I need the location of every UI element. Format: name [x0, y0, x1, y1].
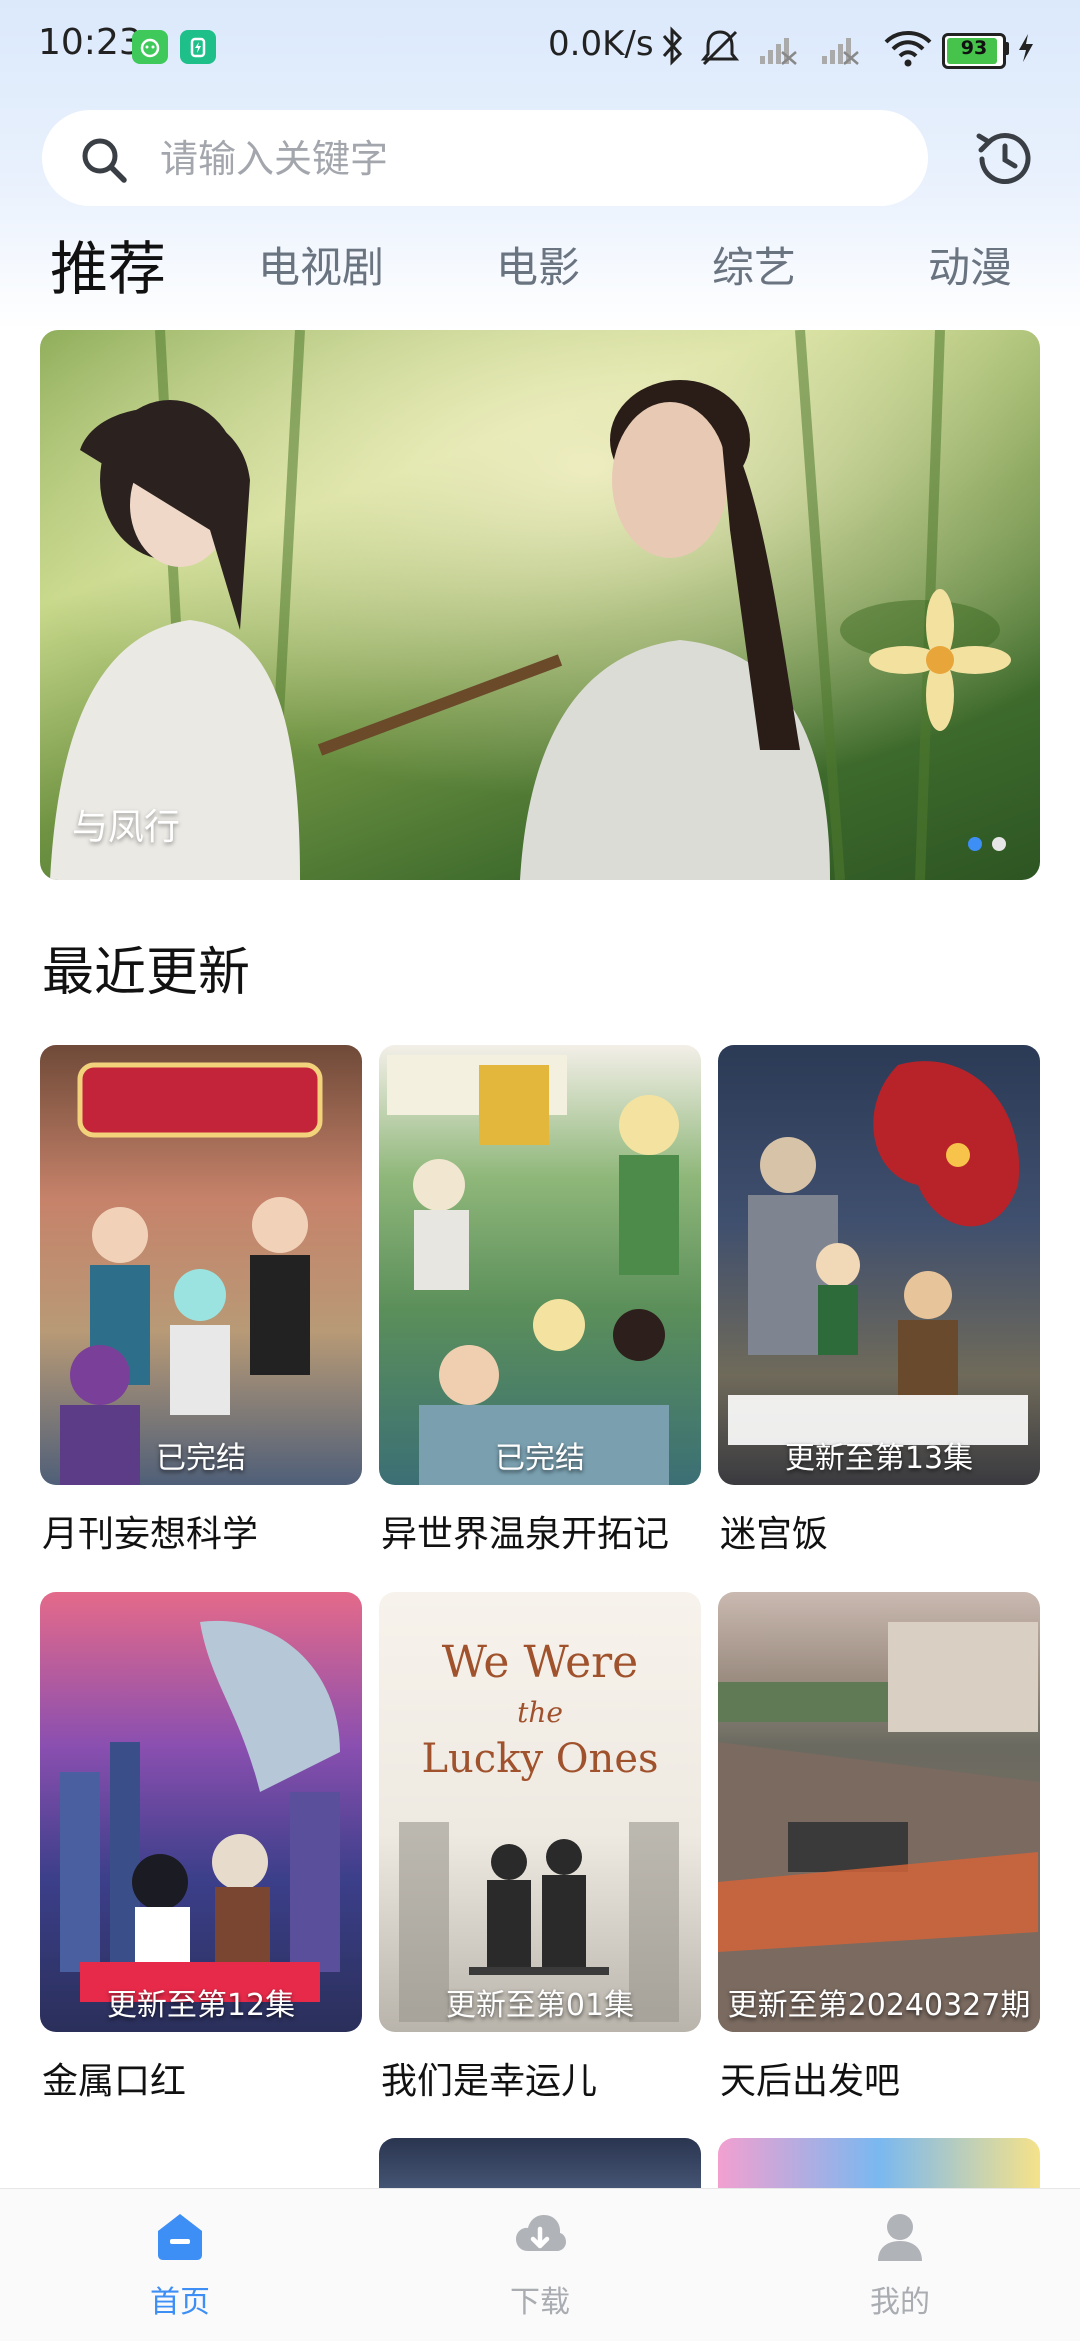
poster-image: 更新至第12集	[40, 1592, 362, 2032]
wifi-icon	[884, 31, 932, 67]
nav-download-label: 下载	[510, 2285, 570, 2320]
svg-text:Lucky Ones: Lucky Ones	[421, 1736, 658, 1782]
banner-title: 与凤行	[72, 807, 181, 848]
poster-cover-text: We Were	[442, 1637, 638, 1688]
episode-status: 更新至第01集	[445, 1988, 635, 2023]
poster-image: 已完结	[379, 1045, 701, 1485]
mute-icon	[700, 30, 740, 66]
history-button[interactable]	[970, 124, 1040, 194]
nav-profile-label: 我的	[870, 2285, 930, 2320]
carousel-dot-active	[968, 837, 982, 851]
card-title: 异世界温泉开拓记	[381, 1514, 670, 1555]
media-card[interactable]: 已完结 月刊妄想科学	[40, 1045, 362, 1555]
banner-image	[40, 330, 1040, 880]
nav-home[interactable]: 首页	[90, 2211, 270, 2331]
section-title: 最近更新	[42, 943, 251, 1003]
signal-icon-2	[822, 38, 859, 65]
tab-tv-series[interactable]: 电视剧	[258, 234, 384, 295]
card-title: 金属口红	[42, 2061, 187, 2102]
card-title: 我们是幸运儿	[381, 2061, 598, 2102]
search-icon	[82, 138, 127, 183]
media-card[interactable]: We Were the Lucky Ones 更新至第01集 我们是幸运儿	[379, 1592, 701, 2102]
notification-app-icon-2	[180, 30, 216, 64]
card-title: 天后出发吧	[720, 2061, 901, 2102]
carousel-dot	[992, 837, 1006, 851]
tab-recommend[interactable]: 推荐	[50, 222, 166, 306]
status-time: 10:23	[38, 22, 142, 63]
status-bar: 10:23 0.0K/s 93	[0, 0, 1080, 96]
network-speed: 0.0K/s	[548, 24, 654, 64]
battery-level: 93	[960, 37, 988, 59]
card-title: 月刊妄想科学	[42, 1514, 259, 1555]
charging-icon	[1019, 34, 1033, 62]
nav-profile[interactable]: 我的	[810, 2211, 990, 2331]
media-card[interactable]: 更新至第12集 金属口红	[40, 1592, 362, 2102]
category-tabs: 推荐 电视剧 电影 综艺 动漫	[0, 222, 1080, 303]
poster-image: We Were the Lucky Ones 更新至第01集	[379, 1592, 701, 2032]
bottom-navigation: 首页 下载 我的	[0, 2188, 1080, 2341]
search-bar[interactable]	[42, 110, 928, 206]
history-icon	[976, 133, 1031, 185]
hero-banner[interactable]: 与凤行	[40, 330, 1040, 880]
svg-text:the: the	[517, 1696, 563, 1729]
tab-variety[interactable]: 综艺	[712, 234, 796, 295]
home-icon	[158, 2214, 202, 2260]
episode-status: 已完结	[495, 1441, 585, 1476]
media-card[interactable]: 已完结 异世界温泉开拓记	[379, 1045, 701, 1555]
card-title: 迷宫饭	[720, 1514, 829, 1555]
profile-icon	[878, 2214, 922, 2261]
tab-movies[interactable]: 电影	[496, 234, 580, 295]
poster-image: 更新至第20240327期	[718, 1592, 1040, 2032]
tab-anime[interactable]: 动漫	[928, 234, 1012, 295]
nav-home-label: 首页	[150, 2285, 210, 2320]
signal-icon	[760, 38, 797, 65]
download-icon	[516, 2215, 566, 2251]
nav-download[interactable]: 下载	[450, 2211, 630, 2331]
search-input[interactable]	[158, 128, 902, 190]
battery-indicator: 93	[942, 33, 1006, 69]
episode-status: 已完结	[156, 1441, 246, 1476]
poster-image: 已完结	[40, 1045, 362, 1485]
episode-status: 更新至第12集	[106, 1988, 296, 2023]
notification-app-icon	[132, 30, 168, 64]
media-card[interactable]: 更新至第13集 迷宫饭	[718, 1045, 1040, 1555]
poster-image: 更新至第13集	[718, 1045, 1040, 1485]
bluetooth-icon	[662, 26, 683, 66]
episode-status: 更新至第13集	[784, 1441, 974, 1476]
episode-status: 更新至第20240327期	[727, 1988, 1031, 2023]
media-card[interactable]: 更新至第20240327期 天后出发吧	[718, 1592, 1040, 2102]
